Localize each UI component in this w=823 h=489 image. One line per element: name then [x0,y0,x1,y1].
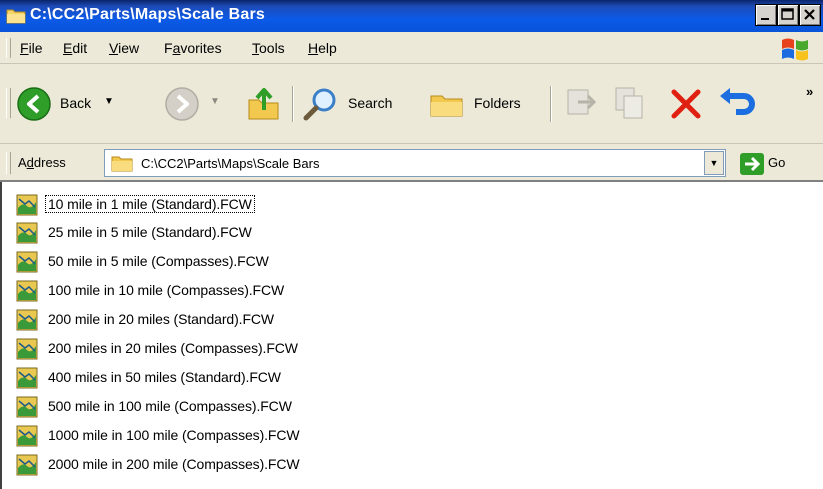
maximize-icon [781,8,794,20]
fcw-file-icon [16,396,38,418]
delete-button[interactable] [666,84,706,124]
close-icon [804,9,815,20]
up-folder-button[interactable] [244,84,284,124]
maximize-button[interactable] [777,4,799,26]
forward-button[interactable]: ▼ [164,86,224,122]
windows-logo-icon [780,36,810,65]
minimize-button[interactable] [755,4,777,26]
address-folder-icon [111,154,133,175]
address-label: Address [18,155,66,170]
file-list[interactable]: 10 mile in 1 mile (Standard).FCW 25 mile… [0,182,823,489]
address-grip[interactable] [6,152,11,174]
back-label: Back [60,95,92,111]
file-name[interactable]: 1000 mile in 100 mile (Compasses).FCW [46,427,302,443]
file-name[interactable]: 100 mile in 10 mile (Compasses).FCW [46,282,286,298]
file-name[interactable]: 10 mile in 1 mile (Standard).FCW [45,195,255,213]
toolbar-separator [550,86,552,122]
file-name[interactable]: 2000 mile in 200 mile (Compasses).FCW [46,456,302,472]
delete-x-icon [671,89,701,119]
search-label: Search [348,95,393,111]
standard-toolbar: Back ▼ ▼ Search Folders » [0,64,823,144]
copy-to-button[interactable] [612,86,652,122]
folders-label: Folders [474,95,521,111]
window-title: C:\CC2\Parts\Maps\Scale Bars [30,6,266,23]
file-name[interactable]: 500 mile in 100 mile (Compasses).FCW [46,398,294,414]
address-field[interactable]: C:\CC2\Parts\Maps\Scale Bars ▼ [104,149,726,177]
menu-help[interactable]: Help [308,40,337,56]
close-button[interactable] [799,4,821,26]
go-label[interactable]: Go [768,155,785,170]
address-dropdown-button[interactable]: ▼ [704,151,724,175]
search-button[interactable]: Search [302,84,414,124]
toolbar-grip[interactable] [6,88,11,118]
chevron-down-icon: ▼ [709,158,719,168]
go-button[interactable] [740,153,764,178]
move-to-icon [567,89,597,115]
folder-icon [6,7,26,28]
title-bar[interactable]: C:\CC2\Parts\Maps\Scale Bars [0,0,823,32]
file-name[interactable]: 200 miles in 20 miles (Compasses).FCW [46,340,300,356]
fcw-file-icon [16,222,38,244]
menu-view[interactable]: View [109,40,139,56]
copy-to-icon [615,87,643,119]
file-name[interactable]: 25 mile in 5 mile (Standard).FCW [46,224,254,240]
menu-grip[interactable] [6,38,11,58]
folders-button[interactable]: Folders [428,84,540,124]
undo-button[interactable] [716,84,758,124]
back-arrow-icon [17,87,51,121]
fcw-file-icon [16,454,38,476]
fcw-file-icon [16,280,38,302]
address-path[interactable]: C:\CC2\Parts\Maps\Scale Bars [141,156,319,171]
file-name[interactable]: 400 miles in 50 miles (Standard).FCW [46,369,283,385]
fcw-file-icon [16,194,38,216]
fcw-file-icon [16,425,38,447]
file-name[interactable]: 200 mile in 20 miles (Standard).FCW [46,311,276,327]
go-arrow-icon [740,153,764,175]
move-to-button[interactable] [562,86,602,122]
forward-dropdown-icon[interactable]: ▼ [210,96,220,107]
fcw-file-icon [16,367,38,389]
undo-icon [720,88,755,115]
toolbar-separator [292,86,294,122]
forward-arrow-icon [165,87,199,121]
address-bar: Address C:\CC2\Parts\Maps\Scale Bars ▼ G… [0,144,823,182]
menu-favorites[interactable]: Favorites [164,40,222,56]
folders-icon [430,95,463,117]
minimize-icon [761,18,769,20]
file-name[interactable]: 50 mile in 5 mile (Compasses).FCW [46,253,271,269]
search-icon [303,88,336,121]
menu-bar: File Edit View Favorites Tools Help [0,32,823,64]
menu-edit[interactable]: Edit [63,40,87,56]
fcw-file-icon [16,338,38,360]
menu-tools[interactable]: Tools [252,40,285,56]
fcw-file-icon [16,251,38,273]
back-dropdown-icon[interactable]: ▼ [104,96,114,107]
toolbar-more-chevron[interactable]: » [806,84,813,99]
fcw-file-icon [16,309,38,331]
back-button[interactable]: Back ▼ [16,86,156,122]
menu-file[interactable]: File [20,40,43,56]
up-folder-icon [248,88,279,120]
